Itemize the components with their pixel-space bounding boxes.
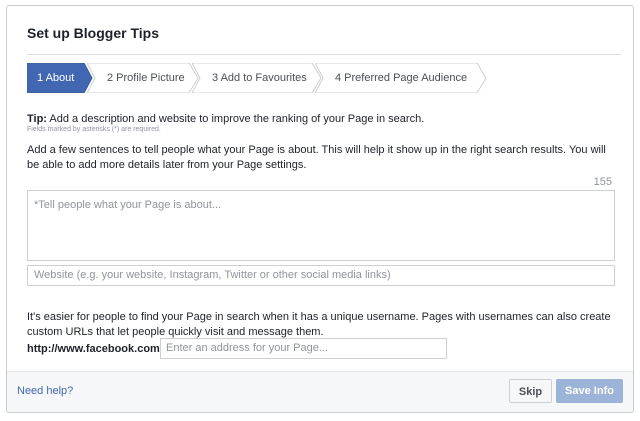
dialog-footer: Need help? Skip Save Info <box>7 371 633 412</box>
about-textarea[interactable]: *Tell people what your Page is about... <box>27 190 615 261</box>
step-preferred-page-audience-label: 4 Preferred Page Audience <box>335 72 468 84</box>
about-placeholder: *Tell people what your Page is about... <box>34 199 222 211</box>
website-placeholder: Website (e.g. your website, Instagram, T… <box>34 269 391 281</box>
step-profile-picture[interactable]: 2 Profile Picture <box>87 63 199 93</box>
step-preferred-page-audience[interactable]: 4 Preferred Page Audience <box>315 63 487 93</box>
required-note: Fields marked by asterisks (*) are requi… <box>27 126 161 133</box>
tip-text: Tip: Add a description and website to im… <box>27 113 424 125</box>
step-add-to-favourites[interactable]: 3 Add to Favourites <box>192 63 322 93</box>
title-divider <box>27 54 621 55</box>
dialog-title: Set up Blogger Tips <box>27 25 159 41</box>
tip-body: Add a description and website to improve… <box>46 113 425 125</box>
username-info: It's easier for people to find your Page… <box>27 311 611 338</box>
step-add-to-favourites-label: 3 Add to Favourites <box>212 72 307 84</box>
char-counter: 155 <box>593 176 612 188</box>
page-address-input[interactable]: Enter an address for your Page... <box>160 338 447 359</box>
setup-dialog: Set up Blogger Tips 1 About 2 Profile Pi… <box>6 5 634 413</box>
step-progress: 1 About 2 Profile Picture 3 Add to Favou… <box>27 63 487 93</box>
skip-button[interactable]: Skip <box>509 379 552 403</box>
tip-prefix: Tip: <box>27 113 47 125</box>
step-about[interactable]: 1 About <box>27 63 93 93</box>
step-about-label: 1 About <box>37 72 75 84</box>
step-profile-picture-label: 2 Profile Picture <box>107 72 185 84</box>
page-address-placeholder: Enter an address for your Page... <box>166 342 329 354</box>
need-help-link[interactable]: Need help? <box>17 385 73 397</box>
about-instructions: Add a few sentences to tell people what … <box>27 144 606 171</box>
save-info-button[interactable]: Save Info <box>556 379 623 403</box>
website-input[interactable]: Website (e.g. your website, Instagram, T… <box>27 265 615 286</box>
facebook-url-prefix: http://www.facebook.com/ <box>27 343 163 355</box>
